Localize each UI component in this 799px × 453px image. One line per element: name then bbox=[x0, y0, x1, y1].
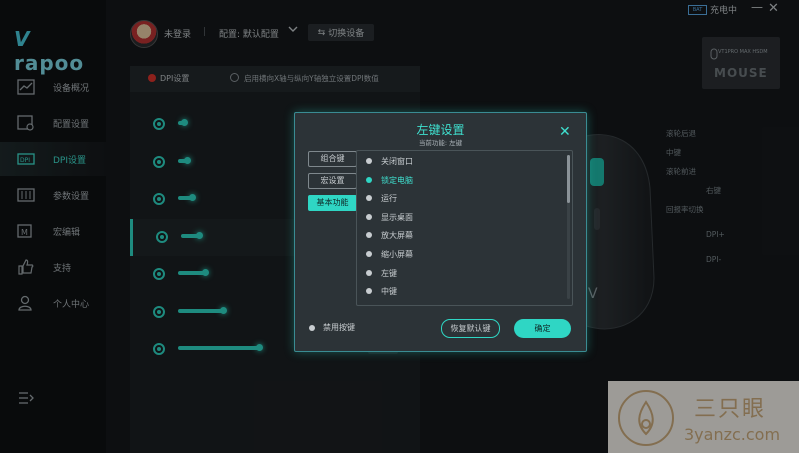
function-list-item[interactable]: 缩小屏幕 bbox=[357, 245, 562, 264]
dialog-title: 左键设置 bbox=[416, 123, 465, 137]
function-label: 缩小屏幕 bbox=[381, 250, 413, 259]
left-key-settings-dialog: 左键设置 当前功能: 左键 ✕ 组合键 宏设置 基本功能 关闭窗口锁定电脑运行显… bbox=[294, 112, 587, 352]
radio-dot-icon bbox=[366, 195, 372, 202]
radio-dot-icon bbox=[366, 251, 372, 257]
radio-dot-icon bbox=[366, 158, 372, 164]
function-list[interactable]: 关闭窗口锁定电脑运行显示桌面放大屏幕缩小屏幕左键中键 bbox=[356, 150, 573, 306]
function-list-item[interactable]: 中键 bbox=[357, 282, 562, 301]
function-label: 显示桌面 bbox=[381, 212, 413, 222]
confirm-button[interactable]: 确定 bbox=[514, 319, 571, 338]
disable-key-radio[interactable] bbox=[309, 325, 315, 331]
function-label: 放大屏幕 bbox=[381, 231, 413, 241]
tab-basic-functions[interactable]: 基本功能 bbox=[308, 195, 357, 211]
function-label: 中键 bbox=[381, 287, 397, 297]
function-list-item[interactable]: 运行 bbox=[357, 189, 562, 208]
function-list-item[interactable]: 左键 bbox=[357, 264, 562, 283]
function-label: 左键 bbox=[381, 268, 397, 278]
radio-dot-icon bbox=[366, 288, 372, 295]
function-list-item[interactable]: 放大屏幕 bbox=[357, 226, 562, 245]
radio-dot-icon bbox=[366, 176, 372, 183]
function-list-item[interactable]: 显示桌面 bbox=[357, 208, 562, 227]
function-label: 锁定电脑 bbox=[381, 175, 413, 185]
tab-macro[interactable]: 宏设置 bbox=[308, 173, 357, 189]
radio-dot-icon bbox=[366, 213, 372, 220]
restore-default-button[interactable]: 恢复默认键 bbox=[441, 319, 500, 338]
radio-dot-icon bbox=[366, 269, 372, 276]
scrollbar-thumb[interactable] bbox=[567, 155, 570, 203]
tab-combo-keys[interactable]: 组合键 bbox=[308, 151, 357, 167]
disable-key-label: 禁用按键 bbox=[323, 323, 355, 332]
app-window: V rapoo 设备概况 配置设置 DPI DPI设置 参数设置 M 宏编辑 支… bbox=[0, 0, 799, 453]
function-label: 运行 bbox=[381, 194, 397, 204]
current-function: 当前功能: 左键 bbox=[418, 139, 463, 147]
function-list-item[interactable]: 关闭窗口 bbox=[357, 152, 562, 171]
function-list-item[interactable]: 锁定电脑 bbox=[357, 171, 562, 190]
function-label: 关闭窗口 bbox=[381, 157, 413, 166]
close-icon[interactable]: ✕ bbox=[559, 125, 571, 139]
radio-dot-icon bbox=[366, 232, 372, 239]
